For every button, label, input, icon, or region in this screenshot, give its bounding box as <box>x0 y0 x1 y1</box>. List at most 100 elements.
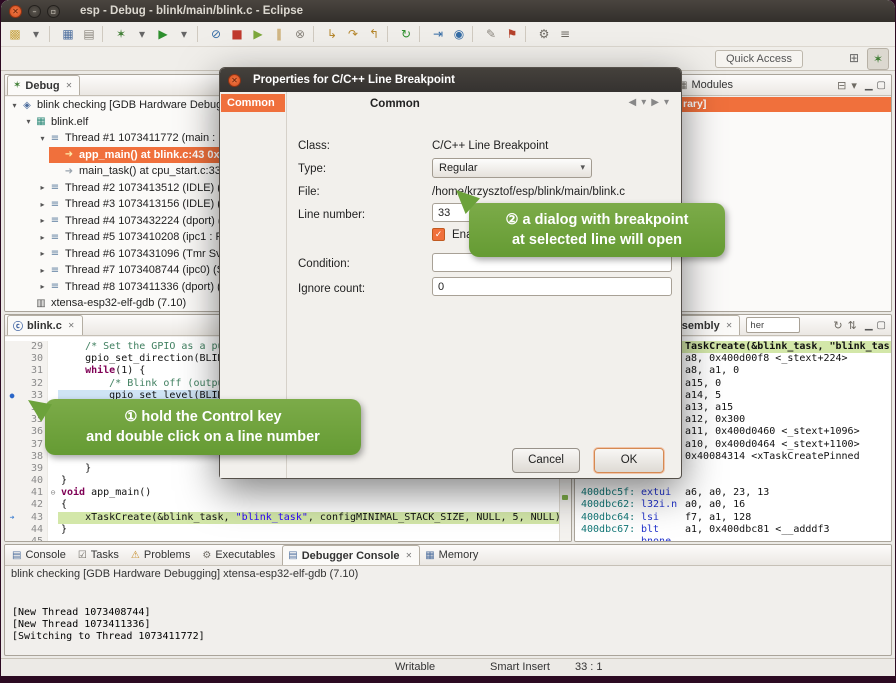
line-number[interactable]: 44 <box>19 524 47 536</box>
line-number[interactable]: 38 <box>19 451 47 463</box>
code-line[interactable]: 42 { <box>5 499 559 511</box>
type-select[interactable]: Regular ▾ <box>432 158 592 178</box>
list-icon[interactable]: ≡ <box>555 24 575 44</box>
disconnect-icon[interactable]: ⊗ <box>290 24 310 44</box>
line-number[interactable]: 43 <box>19 512 47 524</box>
breakpoint-ruler[interactable] <box>5 378 19 390</box>
twisty-icon[interactable]: ▸ <box>37 282 48 291</box>
step-return-icon[interactable]: ↰ <box>364 24 384 44</box>
line-number[interactable]: 45 <box>19 536 47 541</box>
breakpoint-ruler[interactable] <box>5 414 19 426</box>
sidebar-item-common[interactable]: Common <box>221 94 285 112</box>
code-line[interactable]: ➜ 43 xTaskCreate(&blink_task, "blink_tas… <box>5 512 559 524</box>
twisty-icon[interactable]: ▸ <box>37 200 48 209</box>
gear-icon[interactable]: ⚙ <box>534 24 554 44</box>
toolbar-separator[interactable] <box>313 26 319 42</box>
breakpoint-ruler[interactable] <box>5 439 19 451</box>
disassembly-row[interactable]: 400dbc5f: extui a6, a0, 23, 13 <box>575 487 891 499</box>
back-icon[interactable]: ◀ <box>629 97 637 108</box>
disassembly-row[interactable]: 400dbc64: lsi f7, a1, 128 <box>575 512 891 524</box>
maximize-icon[interactable]: ▢ <box>877 320 886 331</box>
twisty-icon[interactable]: ▸ <box>37 183 48 192</box>
minimize-icon[interactable]: ▁ <box>865 80 873 91</box>
breakpoint-ruler[interactable] <box>5 463 19 475</box>
restart-icon[interactable]: ↻ <box>396 24 416 44</box>
twisty-icon[interactable]: ▾ <box>23 117 34 126</box>
run-dropdown-icon[interactable]: ▾ <box>174 24 194 44</box>
breakpoint-ruler[interactable] <box>5 353 19 365</box>
cancel-button[interactable]: Cancel <box>512 448 580 473</box>
disassembly-row[interactable]: 400dbc62: l32i.n a0, a0, 16 <box>575 499 891 511</box>
breakpoint-ruler[interactable] <box>5 499 19 511</box>
close-icon[interactable]: ✕ <box>406 551 413 560</box>
breakpoint-ruler[interactable] <box>5 341 19 353</box>
breakpoint-types-icon[interactable]: ◉ <box>449 24 469 44</box>
close-icon[interactable]: ✕ <box>68 321 75 330</box>
fold-icon[interactable] <box>47 512 58 524</box>
disassembly-row[interactable]: 400dbc67: blt a1, 0x400dbc81 <__adddf3 <box>575 524 891 536</box>
debug-icon[interactable]: ✶ <box>111 24 131 44</box>
toolbar-separator[interactable] <box>387 26 393 42</box>
new-dropdown-icon[interactable]: ▾ <box>26 24 46 44</box>
breakpoint-ruler[interactable]: ➜ <box>5 512 19 524</box>
tab-debug[interactable]: ✶ Debug ✕ <box>7 75 80 95</box>
tab-problems[interactable]: ⚠ Problems ✕ <box>126 545 197 565</box>
fold-icon[interactable] <box>47 341 58 353</box>
maximize-icon[interactable]: ▢ <box>877 80 886 91</box>
fold-icon[interactable]: ⊖ <box>47 487 58 499</box>
resume-icon[interactable]: ▶ <box>248 24 268 44</box>
fold-icon[interactable] <box>47 353 58 365</box>
close-icon[interactable]: ✕ <box>726 321 733 330</box>
view-menu-icon[interactable]: ▾ <box>851 79 857 92</box>
twisty-icon[interactable]: ▾ <box>9 101 20 110</box>
enabled-checkbox[interactable]: ✓ <box>432 228 445 241</box>
run-icon[interactable]: ▶ <box>153 24 173 44</box>
code-line[interactable]: 45 <box>5 536 559 541</box>
tab-blink-c[interactable]: ⓒ blink.c ✕ <box>7 315 83 335</box>
sync-icon[interactable]: ⇅ <box>848 319 857 332</box>
instruction-stepping-icon[interactable]: ⇥ <box>428 24 448 44</box>
dialog-close-button[interactable]: ✕ <box>228 74 241 87</box>
code-line[interactable]: 41 ⊖ void app_main() <box>5 487 559 499</box>
annotate-icon[interactable]: ✎ <box>481 24 501 44</box>
quick-access-button[interactable]: Quick Access <box>715 50 803 68</box>
line-number[interactable]: 36 <box>19 426 47 438</box>
toolbar-separator[interactable] <box>525 26 531 42</box>
breakpoint-ruler[interactable] <box>5 524 19 536</box>
breakpoint-ruler[interactable] <box>5 402 19 414</box>
suspend-icon[interactable]: ∥ <box>269 24 289 44</box>
window-minimize-button[interactable]: – <box>28 5 41 18</box>
line-number[interactable]: 42 <box>19 499 47 511</box>
save-icon[interactable]: ▦ <box>58 24 78 44</box>
tab-debugger-console[interactable]: ▤ Debugger Console ✕ <box>282 545 420 565</box>
toolbar-separator[interactable] <box>419 26 425 42</box>
toolbar-separator[interactable] <box>49 26 55 42</box>
twisty-icon[interactable]: ▸ <box>37 216 48 225</box>
window-titlebar[interactable]: ✕ – ▫ esp - Debug - blink/main/blink.c -… <box>1 0 895 22</box>
tab-modules[interactable]: ▦ Modules <box>673 75 740 95</box>
open-perspective-icon[interactable]: ⊞ <box>844 48 864 68</box>
breakpoint-ruler[interactable]: ● <box>5 390 19 402</box>
flag-icon[interactable]: ⚑ <box>502 24 522 44</box>
tab-memory[interactable]: ▦ Memory ✕ <box>420 545 485 565</box>
terminate-icon[interactable]: ■ <box>227 24 247 44</box>
fold-icon[interactable] <box>47 365 58 377</box>
breakpoint-ruler[interactable] <box>5 475 19 487</box>
breakpoint-ruler[interactable] <box>5 487 19 499</box>
line-number[interactable]: 37 <box>19 439 47 451</box>
new-wizard-icon[interactable]: ▩ <box>5 24 25 44</box>
console-output[interactable]: [New Thread 1073408744][New Thread 10734… <box>5 582 891 656</box>
tab-executables[interactable]: ⚙ Executables ✕ <box>197 545 282 565</box>
disassembly-row[interactable]: bnone <box>575 536 891 541</box>
location-input[interactable] <box>746 317 800 333</box>
twisty-icon[interactable]: ▸ <box>37 233 48 242</box>
window-close-button[interactable]: ✕ <box>9 5 22 18</box>
tab-console[interactable]: ▤ Console ✕ <box>7 545 73 565</box>
line-number[interactable]: 33 <box>19 390 47 402</box>
toolbar-separator[interactable] <box>102 26 108 42</box>
twisty-icon[interactable]: ▾ <box>37 134 48 143</box>
fold-icon[interactable] <box>47 524 58 536</box>
close-icon[interactable]: ✕ <box>66 81 73 90</box>
print-icon[interactable]: ▤ <box>79 24 99 44</box>
debug-perspective-icon[interactable]: ✶ <box>867 48 889 70</box>
